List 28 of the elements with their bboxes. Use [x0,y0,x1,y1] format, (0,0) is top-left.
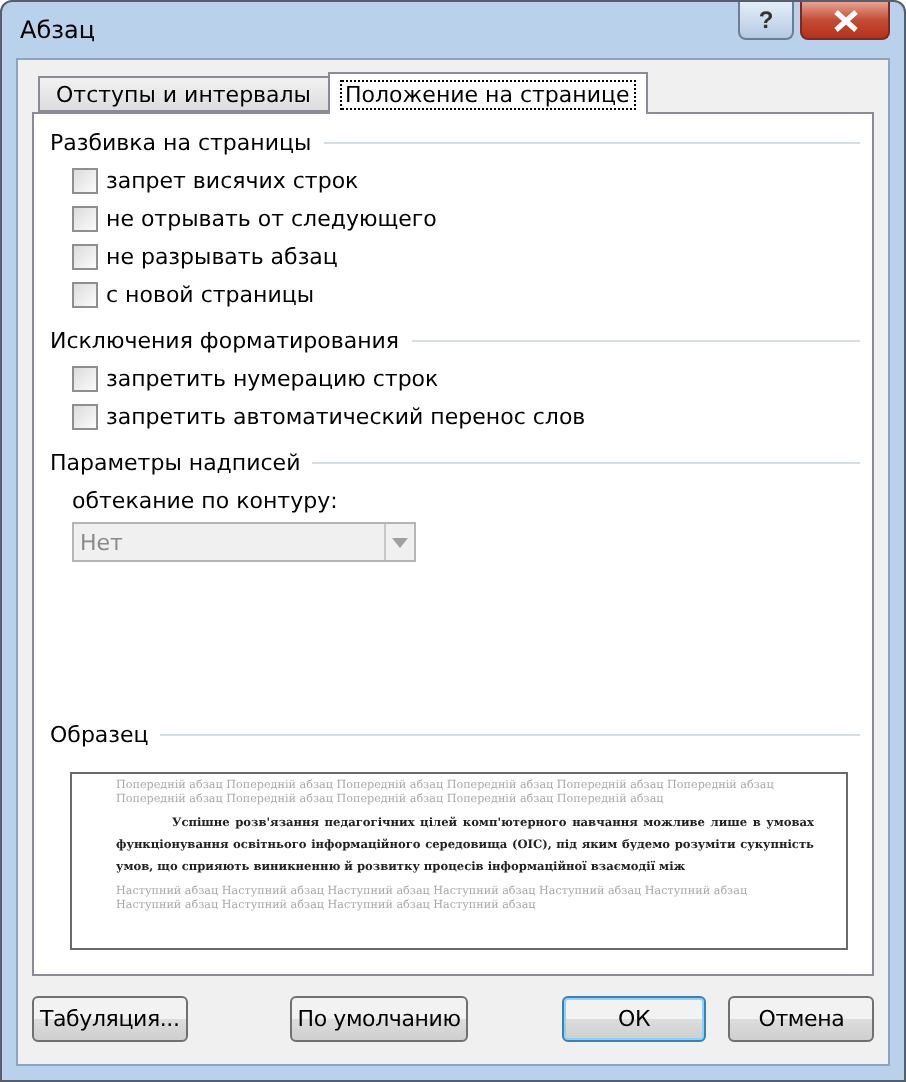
field-label: обтекание по контуру: [70,488,340,514]
help-button[interactable]: ? [738,2,794,40]
window-title: Абзац [18,16,96,44]
group-title: Параметры надписей [50,450,301,476]
dialog-button[interactable]: По умолчанию [289,995,468,1041]
checkbox[interactable] [72,168,98,194]
close-button[interactable] [800,2,890,40]
checkbox[interactable] [72,244,98,270]
checkbox[interactable] [72,282,98,308]
tab[interactable]: Отступы и интервалы [38,76,329,112]
dialog-button[interactable]: ОК [561,995,707,1041]
checkbox-label: не разрывать абзац [106,244,338,270]
checkbox[interactable] [72,404,98,430]
checkbox[interactable] [72,366,98,392]
close-icon [831,9,859,31]
group-title: Образец [50,722,149,748]
dialog-button[interactable]: Табуляция... [32,995,188,1041]
group-title: Разбивка на страницы [50,130,312,156]
dialog-button[interactable]: Отмена [728,995,874,1041]
checkbox[interactable] [72,206,98,232]
checkbox-label: запретить нумерацию строк [106,366,439,392]
tab[interactable]: Положение на странице [327,72,648,114]
group-title: Исключения форматирования [50,328,400,354]
checkbox-label: запрет висячих строк [106,168,359,194]
checkbox-label: запретить автоматический перенос слов [106,404,586,430]
dropdown-arrow-icon [392,537,408,547]
checkbox-label: с новой страницы [106,282,315,308]
checkbox-label: не отрывать от следующего [106,206,437,232]
